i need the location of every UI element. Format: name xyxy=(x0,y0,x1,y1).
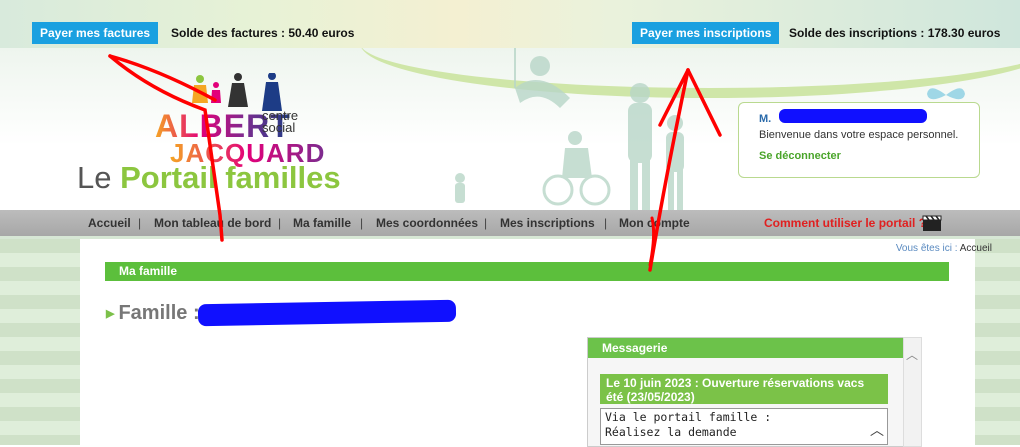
red-arrow-annotations xyxy=(108,54,722,272)
